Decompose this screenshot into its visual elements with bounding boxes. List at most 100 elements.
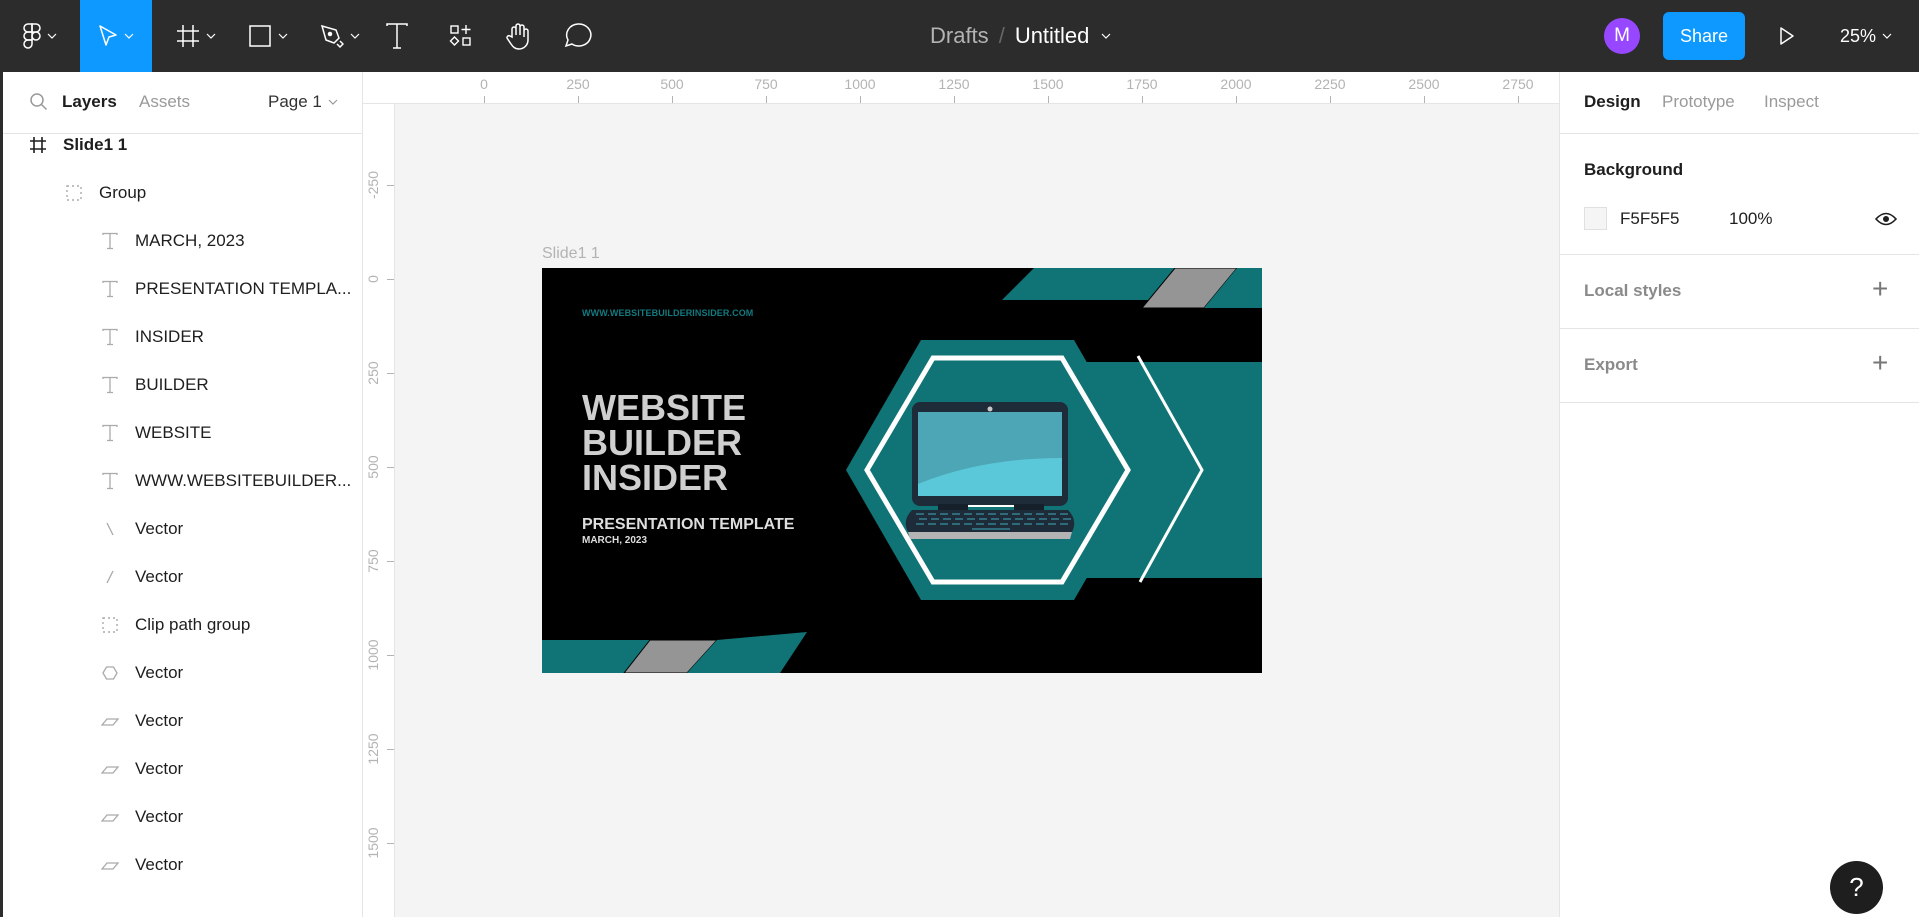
chevron-down-icon[interactable]	[1101, 33, 1111, 39]
tab-design[interactable]: Design	[1584, 92, 1641, 112]
page-selector-label: Page 1	[268, 92, 322, 111]
keyboard-key	[928, 513, 936, 515]
move-cursor-icon	[99, 25, 117, 46]
move-tool-button[interactable]	[80, 0, 152, 72]
parallelogram-icon	[99, 710, 121, 732]
parallelogram-icon	[99, 806, 121, 828]
tab-assets[interactable]: Assets	[139, 92, 190, 112]
keyboard-spacebar	[972, 528, 1010, 530]
layer-item[interactable]: Slide1 1	[27, 121, 127, 169]
keyboard-key	[1024, 523, 1032, 525]
user-avatar[interactable]: M	[1604, 18, 1640, 54]
slide-subtitle: PRESENTATION TEMPLATE	[582, 516, 795, 533]
layer-item[interactable]: Vector	[99, 841, 183, 889]
play-icon	[1780, 27, 1794, 45]
background-section: Background F5F5F5 100%	[1560, 134, 1919, 255]
slide-frame[interactable]: WWW.WEBSITEBUILDERINSIDER.COM WEBSITE BU…	[542, 268, 1262, 673]
frame-tool-button[interactable]	[170, 0, 222, 72]
pen-tool-button[interactable]	[314, 0, 366, 72]
search-icon[interactable]	[29, 92, 49, 112]
ruler-tick-label: 1500	[1032, 76, 1064, 92]
layer-label: INSIDER	[135, 327, 204, 346]
keyboard-key	[1027, 518, 1035, 520]
ruler-tick	[1424, 96, 1425, 103]
text-icon	[99, 278, 121, 300]
keyboard-key	[940, 523, 948, 525]
main-menu-button[interactable]	[14, 0, 66, 72]
layer-item[interactable]: BUILDER	[99, 361, 209, 409]
keyboard-key	[1048, 513, 1056, 515]
background-hex-value[interactable]: F5F5F5	[1620, 209, 1680, 229]
layer-item[interactable]: Group	[63, 169, 146, 217]
keyboard-key	[1012, 523, 1020, 525]
layer-item[interactable]: MARCH, 2023	[99, 217, 245, 265]
present-button[interactable]	[1772, 22, 1802, 50]
keyboard-key	[1036, 513, 1044, 515]
layer-label: BUILDER	[135, 375, 209, 394]
ruler-tick	[1142, 96, 1143, 103]
resources-tool-button[interactable]	[444, 0, 478, 72]
file-breadcrumb: Drafts / Untitled	[930, 0, 1111, 72]
ruler-tick-label: 1250	[365, 733, 381, 765]
keyboard-key	[955, 518, 963, 520]
eye-icon[interactable]	[1875, 212, 1897, 226]
layer-label: WWW.WEBSITEBUILDER...	[135, 471, 352, 490]
text-tool-button[interactable]	[380, 0, 414, 72]
keyboard-key	[1003, 518, 1011, 520]
keyboard-key	[1063, 518, 1071, 520]
frame-hash-icon	[27, 134, 49, 156]
keyboard-key	[1000, 513, 1008, 515]
laptop-camera	[987, 406, 993, 412]
layer-item[interactable]: Vector	[99, 745, 183, 793]
layer-item[interactable]: Vector	[99, 505, 183, 553]
background-color-swatch[interactable]	[1584, 207, 1607, 230]
keyboard-key	[943, 518, 951, 520]
layer-item[interactable]: Vector	[99, 697, 183, 745]
tab-prototype[interactable]: Prototype	[1662, 92, 1735, 112]
text-icon	[99, 230, 121, 252]
page-selector[interactable]: Page 1	[268, 92, 338, 112]
keyboard-key	[1060, 513, 1068, 515]
rectangle-tool-button[interactable]	[242, 0, 294, 72]
layer-item[interactable]: INSIDER	[99, 313, 204, 361]
tab-layers[interactable]: Layers	[62, 92, 117, 112]
layer-item[interactable]: Vector	[99, 793, 183, 841]
ruler-tick	[387, 749, 394, 750]
vector-line-icon	[99, 518, 121, 540]
hand-tool-button[interactable]	[500, 0, 536, 72]
ruler-tick-label: 250	[365, 361, 381, 385]
zoom-dropdown[interactable]: 25%	[1840, 0, 1892, 72]
layer-item[interactable]: PRESENTATION TEMPLA...	[99, 265, 351, 313]
breadcrumb-drafts[interactable]: Drafts	[930, 23, 989, 49]
chevron-down-icon	[206, 33, 216, 39]
chevron-down-icon	[124, 33, 134, 39]
laptop-base	[908, 532, 1072, 539]
keyboard-key	[952, 523, 960, 525]
text-icon	[99, 326, 121, 348]
layer-item[interactable]: Vector	[99, 553, 183, 601]
breadcrumb-separator: /	[998, 23, 1005, 48]
keyboard-key	[931, 518, 939, 520]
keyboard-key	[964, 523, 972, 525]
tab-inspect[interactable]: Inspect	[1764, 92, 1819, 112]
layer-label: WEBSITE	[135, 423, 212, 442]
ruler-tick	[387, 467, 394, 468]
file-name[interactable]: Untitled	[1015, 23, 1090, 49]
frame-label[interactable]: Slide1 1	[542, 245, 600, 263]
layer-item[interactable]: WEBSITE	[99, 409, 212, 457]
layer-item[interactable]: Vector	[99, 649, 183, 697]
help-button[interactable]: ?	[1830, 861, 1883, 914]
add-export-plus-icon[interactable]: +	[1872, 349, 1888, 377]
ruler-tick	[1236, 96, 1237, 103]
background-opacity-value[interactable]: 100%	[1729, 209, 1772, 229]
slide-title-line: WEBSITE	[582, 387, 747, 428]
layer-item[interactable]: WWW.WEBSITEBUILDER...	[99, 457, 351, 505]
layer-item[interactable]: Clip path group	[99, 601, 250, 649]
share-button[interactable]: Share	[1663, 12, 1745, 60]
slide-date: MARCH, 2023	[582, 535, 648, 546]
comment-tool-button[interactable]	[560, 0, 596, 72]
add-local-style-plus-icon[interactable]: +	[1872, 275, 1888, 303]
export-section: Export +	[1560, 329, 1919, 403]
keyboard-key	[916, 513, 924, 515]
keyboard-key	[928, 523, 936, 525]
